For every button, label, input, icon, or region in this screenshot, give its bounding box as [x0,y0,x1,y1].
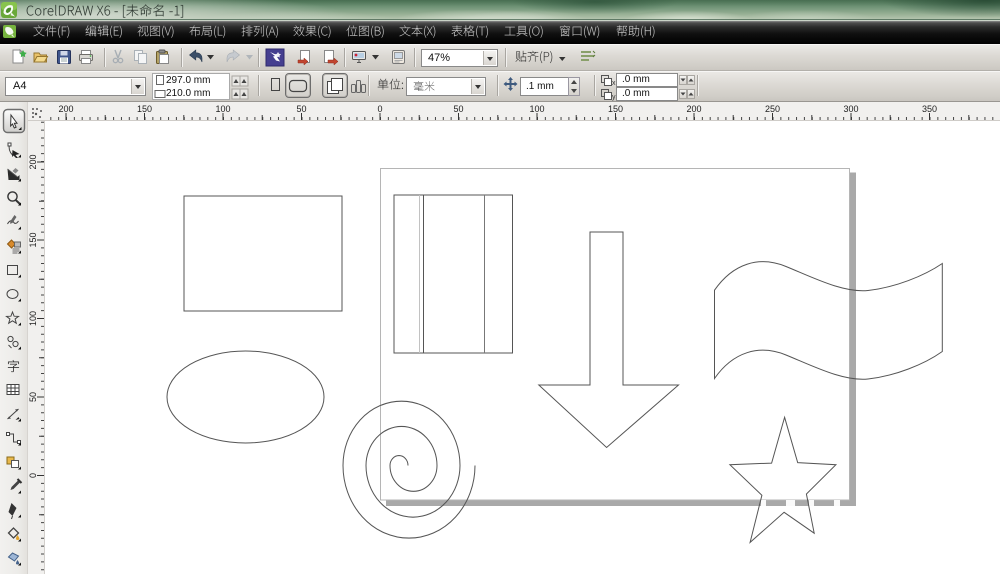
svg-text:50: 50 [28,392,38,402]
svg-text:x: x [612,80,616,87]
svg-text:150: 150 [608,104,623,114]
svg-text:100: 100 [215,104,230,114]
svg-text:100: 100 [28,311,38,326]
svg-text:300: 300 [843,104,858,114]
svg-text:50: 50 [453,104,463,114]
svg-text:0: 0 [28,473,38,478]
svg-text:y: y [612,94,616,101]
svg-text:100: 100 [529,104,544,114]
svg-text:50: 50 [296,104,306,114]
svg-text:350: 350 [922,104,937,114]
svg-text:0: 0 [377,104,382,114]
svg-text:200: 200 [686,104,701,114]
svg-text:200: 200 [58,104,73,114]
svg-text:250: 250 [765,104,780,114]
svg-text:150: 150 [137,104,152,114]
svg-text:200: 200 [28,154,38,169]
svg-text:150: 150 [28,232,38,247]
